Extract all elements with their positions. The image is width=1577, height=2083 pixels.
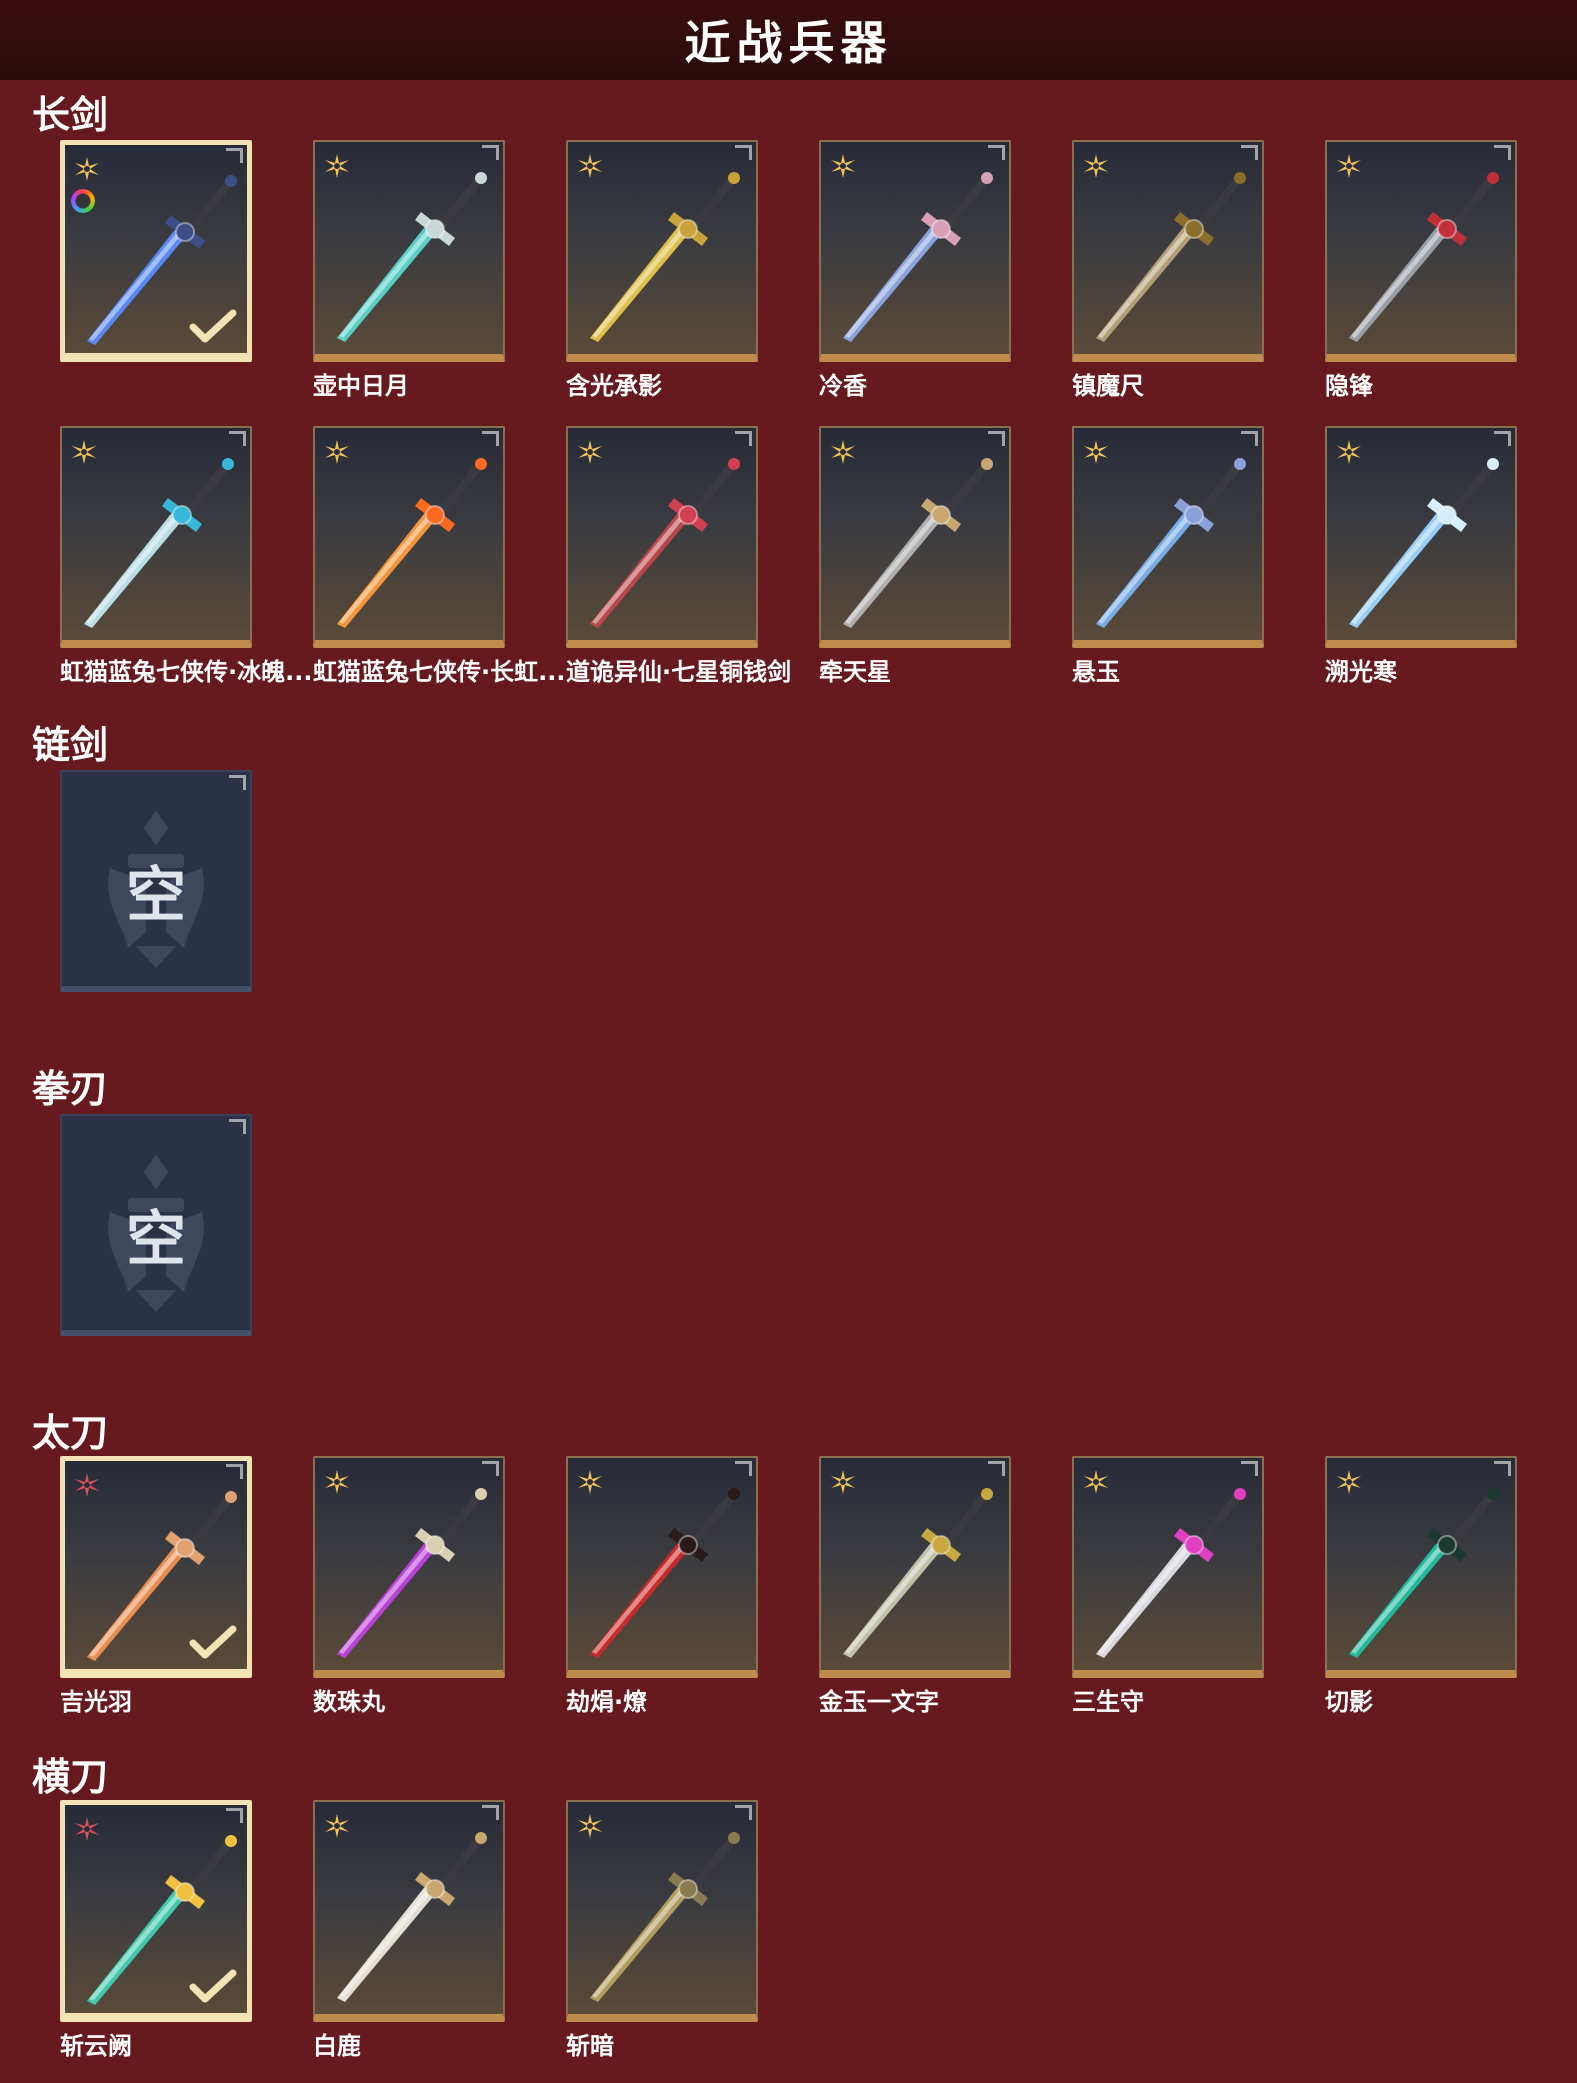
section-label-dao: 横刀: [32, 1755, 109, 1799]
weapon-card[interactable]: [60, 1456, 252, 1678]
weapon-name: 数珠丸: [313, 1688, 385, 1716]
gold-star-icon: [323, 438, 351, 466]
weapon-card[interactable]: [313, 1456, 505, 1678]
gold-star-icon: [323, 1468, 351, 1496]
weapon-card[interactable]: [819, 140, 1011, 362]
gold-star-icon: [1082, 438, 1110, 466]
fistblade-empty-slot[interactable]: 空: [60, 1114, 252, 1336]
corner-tab-icon: [988, 145, 1005, 160]
gold-star-icon: [1335, 438, 1363, 466]
corner-tab-icon: [1241, 145, 1258, 160]
gold-star-icon: [829, 438, 857, 466]
corner-tab-icon: [735, 145, 752, 160]
weapon-name: 白鹿: [313, 2032, 361, 2060]
weapon-card[interactable]: [313, 1800, 505, 2022]
page-title: 近战兵器: [684, 16, 893, 70]
weapon-name: 斩暗: [566, 2032, 614, 2060]
weapon-name: 劫焆·燎: [566, 1688, 648, 1716]
corner-tab-icon: [735, 1461, 752, 1476]
weapon-name: 斩云阙: [60, 2032, 132, 2060]
corner-tab-icon: [482, 1805, 499, 1820]
gold-star-icon: [829, 1468, 857, 1496]
gold-star-icon: [576, 152, 604, 180]
weapon-name: 隐锋: [1325, 372, 1373, 400]
equipped-check-icon: [189, 1969, 237, 2003]
gold-star-icon: [576, 1812, 604, 1840]
corner-tab-icon: [482, 1461, 499, 1476]
weapon-card[interactable]: [819, 426, 1011, 648]
weapon-name: 牵天星: [819, 658, 891, 686]
weapon-card[interactable]: [819, 1456, 1011, 1678]
corner-tab-icon: [226, 1808, 243, 1823]
corner-tab-icon: [735, 1805, 752, 1820]
gold-star-icon: [576, 1468, 604, 1496]
corner-tab-icon: [988, 1461, 1005, 1476]
weapon-name: 冷香: [819, 372, 867, 400]
corner-tab-icon: [229, 431, 246, 446]
weapon-card[interactable]: [566, 140, 758, 362]
section-label-longsword: 长剑: [32, 93, 109, 137]
weapon-name: 金玉一文字: [819, 1688, 939, 1716]
weapon-name: 道诡异仙·七星铜钱剑: [566, 658, 792, 686]
weapon-name: 含光承影: [566, 372, 662, 400]
weapon-card[interactable]: [566, 426, 758, 648]
gold-star-icon: [1082, 1468, 1110, 1496]
corner-tab-icon: [1241, 431, 1258, 446]
weapon-name: 三生守: [1072, 1688, 1144, 1716]
corner-tab-icon: [988, 431, 1005, 446]
corner-tab-icon: [1494, 431, 1511, 446]
corner-tab-icon: [482, 431, 499, 446]
chainsword-empty-slot[interactable]: 空: [60, 770, 252, 992]
weapon-card[interactable]: [1325, 426, 1517, 648]
color-variant-icon: [71, 189, 95, 213]
weapon-card[interactable]: [1072, 1456, 1264, 1678]
gold-star-icon: [73, 155, 101, 183]
corner-tab-icon: [226, 148, 243, 163]
weapon-card[interactable]: [60, 426, 252, 648]
weapon-card[interactable]: [313, 140, 505, 362]
empty-slot-text: 空: [126, 1205, 186, 1275]
weapon-name: 虹猫蓝兔七侠传·长虹...: [313, 658, 563, 686]
red-star-icon: [73, 1471, 101, 1499]
corner-tab-icon: [1494, 1461, 1511, 1476]
weapon-card[interactable]: [60, 140, 252, 362]
weapon-name: 虹猫蓝兔七侠传·冰魄...: [60, 658, 310, 686]
weapon-card[interactable]: [60, 1800, 252, 2022]
corner-tab-icon: [226, 1464, 243, 1479]
gold-star-icon: [323, 1812, 351, 1840]
title-bar: 近战兵器: [0, 0, 1577, 80]
weapon-card[interactable]: [566, 1800, 758, 2022]
gold-star-icon: [1082, 152, 1110, 180]
weapon-name: 溯光寒: [1325, 658, 1397, 686]
section-label-katana: 太刀: [32, 1411, 109, 1455]
corner-tab-icon: [735, 431, 752, 446]
corner-tab-icon: [1494, 145, 1511, 160]
weapon-name: 吉光羽: [60, 1688, 132, 1716]
gold-star-icon: [70, 438, 98, 466]
weapon-card[interactable]: [1325, 140, 1517, 362]
gold-star-icon: [1335, 152, 1363, 180]
equipped-check-icon: [189, 309, 237, 343]
weapon-name: 切影: [1325, 1688, 1373, 1716]
empty-slot-text: 空: [126, 861, 186, 931]
weapon-card[interactable]: [1072, 140, 1264, 362]
red-star-icon: [73, 1815, 101, 1843]
gold-star-icon: [1335, 1468, 1363, 1496]
weapon-name: 壶中日月: [313, 372, 409, 400]
weapon-card[interactable]: [1072, 426, 1264, 648]
weapon-name: 镇魔尺: [1072, 372, 1144, 400]
corner-tab-icon: [1241, 1461, 1258, 1476]
gold-star-icon: [829, 152, 857, 180]
weapon-card[interactable]: [313, 426, 505, 648]
weapon-name: 悬玉: [1072, 658, 1120, 686]
section-label-chainsword: 链剑: [32, 723, 109, 767]
weapon-card[interactable]: [566, 1456, 758, 1678]
section-label-fistblade: 拳刃: [32, 1067, 109, 1111]
weapon-card[interactable]: [1325, 1456, 1517, 1678]
equipped-check-icon: [189, 1625, 237, 1659]
corner-tab-icon: [482, 145, 499, 160]
gold-star-icon: [323, 152, 351, 180]
gold-star-icon: [576, 438, 604, 466]
